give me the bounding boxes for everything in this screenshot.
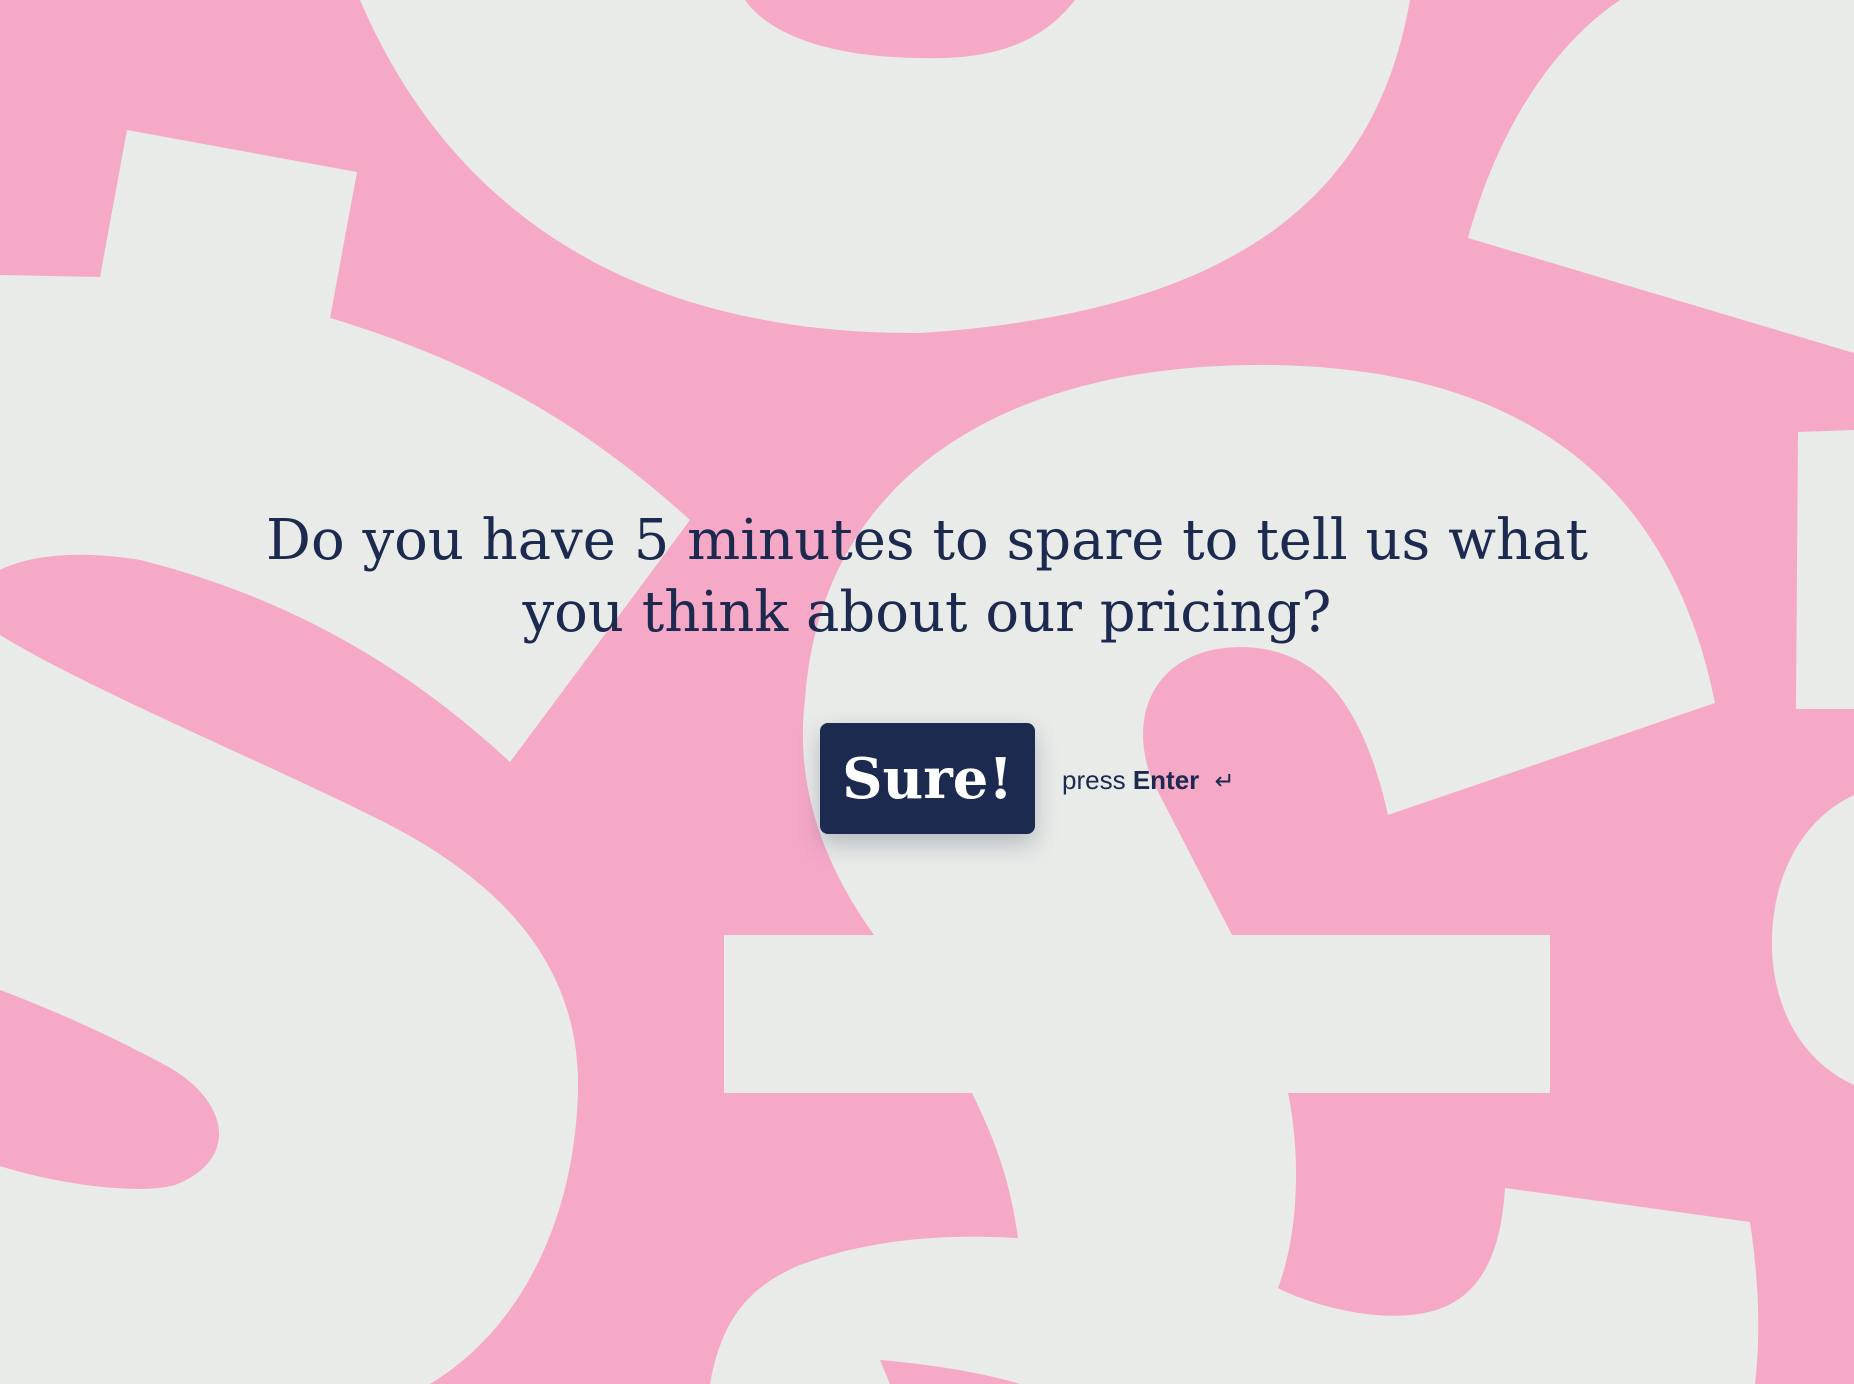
question-panel: Do you have 5 minutes to spare to tell u… — [0, 0, 1854, 1384]
start-button[interactable]: Sure! — [820, 723, 1035, 834]
hint-key: Enter — [1132, 765, 1200, 795]
enter-return-icon: ↵ — [1214, 768, 1235, 795]
hint-prefix: press — [1062, 765, 1126, 795]
keyboard-hint: press Enter ↵ — [1062, 765, 1235, 796]
welcome-screen: Do you have 5 minutes to spare to tell u… — [0, 0, 1854, 1384]
question-title: Do you have 5 minutes to spare to tell u… — [266, 508, 1588, 645]
